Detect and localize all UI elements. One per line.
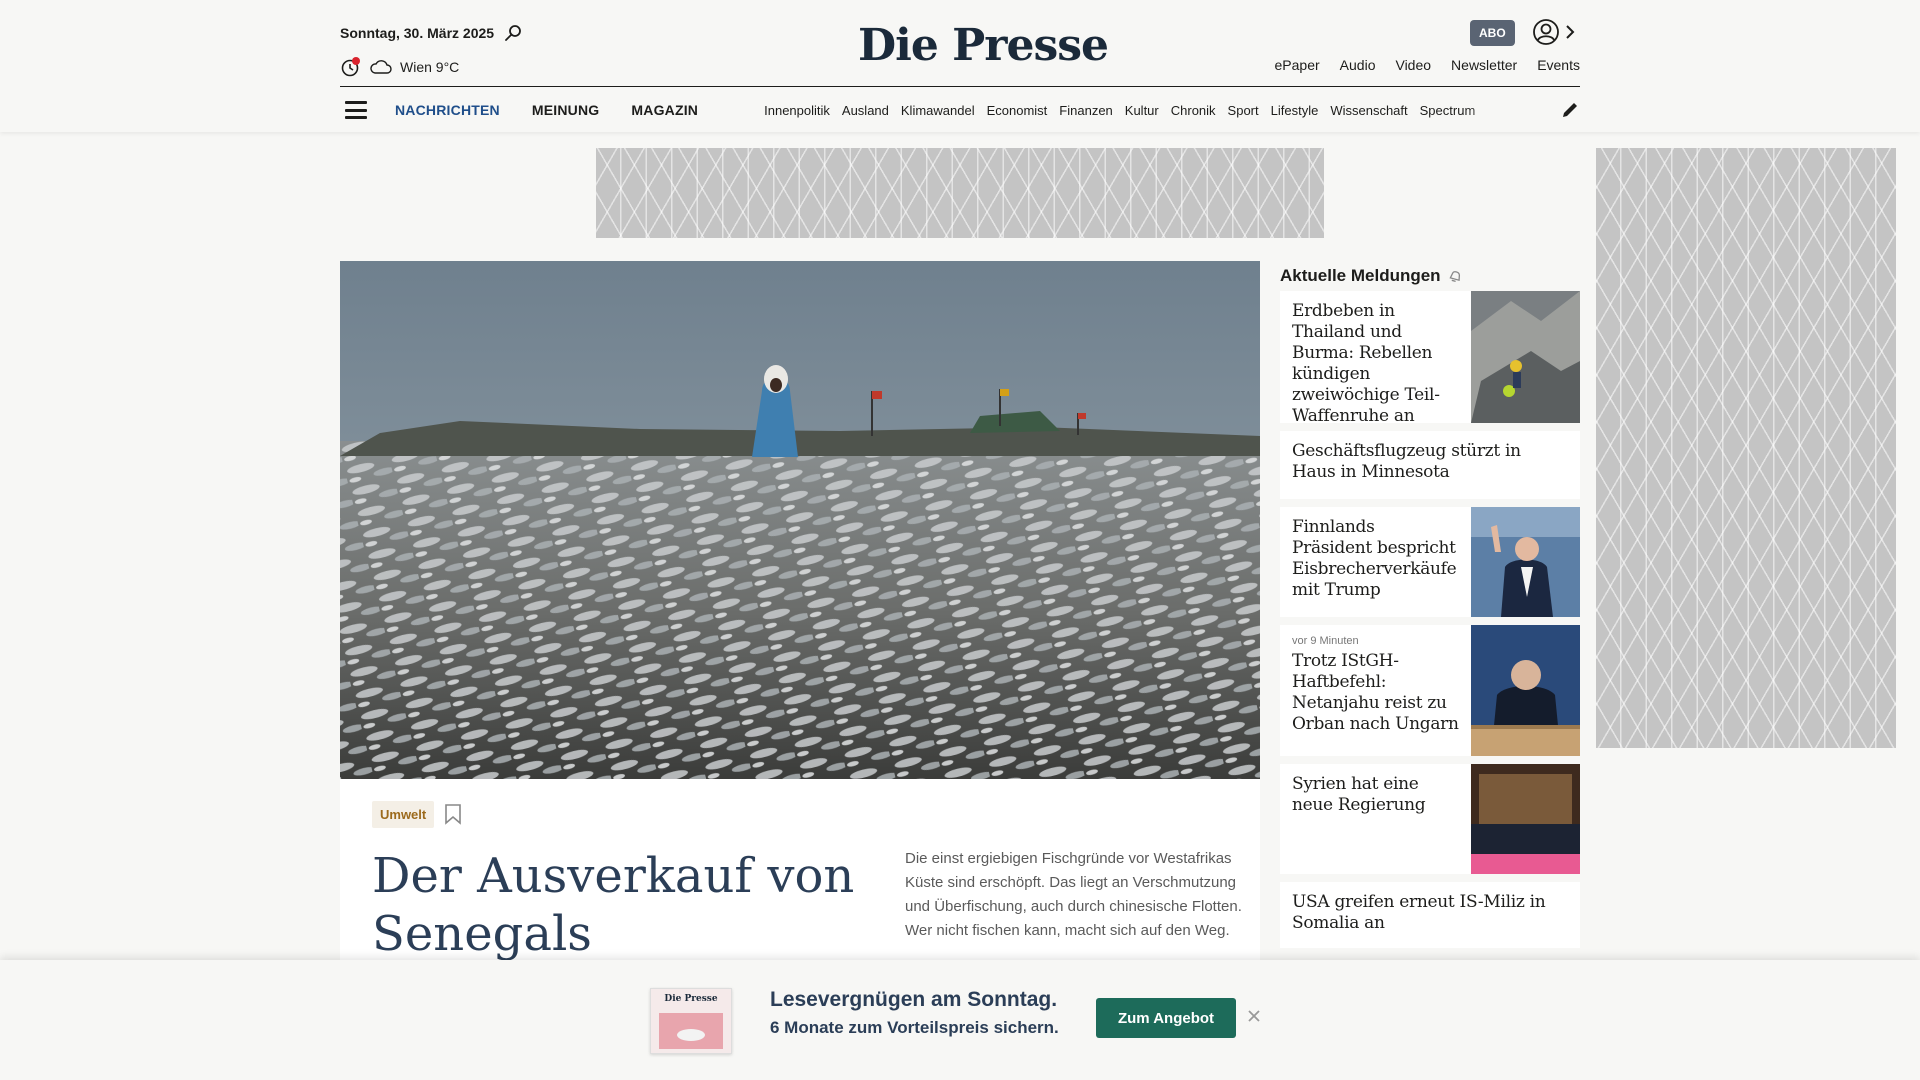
news-item-thumbnail[interactable] xyxy=(1471,764,1580,874)
utility-nav-events[interactable]: Events xyxy=(1537,57,1580,73)
nav-meinung[interactable]: MEINUNG xyxy=(532,102,600,118)
section-chronik[interactable]: Chronik xyxy=(1171,103,1216,118)
promo-title: Lesevergnügen am Sonntag. xyxy=(770,988,1058,1011)
news-item[interactable]: Erdbeben in Thailand und Burma: Rebellen… xyxy=(1280,291,1580,426)
news-item[interactable]: Finnlands Präsident bespricht Eisbrecher… xyxy=(1280,507,1580,617)
category-tag[interactable]: Umwelt xyxy=(372,801,435,828)
news-item-headline[interactable]: USA greifen erneut IS-Miliz in Somalia a… xyxy=(1292,892,1568,934)
nav-nachrichten[interactable]: NACHRICHTEN xyxy=(395,102,500,118)
section-spectrum[interactable]: Spectrum xyxy=(1420,103,1476,118)
weather-line: Wien 9°C xyxy=(340,56,459,78)
news-item-thumbnail[interactable] xyxy=(1471,507,1580,617)
news-item-time: vor 9 Minuten xyxy=(1292,635,1359,647)
newspaper-thumbnail: Die Presse xyxy=(650,988,732,1054)
news-item[interactable]: Syrien hat eine neue Regierung xyxy=(1280,764,1580,874)
cloud-icon xyxy=(370,60,392,74)
news-item-headline[interactable]: Syrien hat eine neue Regierung xyxy=(1292,774,1459,816)
promo-subtitle: 6 Monate zum Vorteilspreis sichern. xyxy=(770,1018,1059,1037)
site-logo[interactable]: Die Presse xyxy=(858,20,1109,71)
news-item-text: Syrien hat eine neue Regierung xyxy=(1280,764,1471,874)
utility-nav-newsletter[interactable]: Newsletter xyxy=(1451,57,1517,73)
abo-button[interactable]: ABO xyxy=(1470,20,1515,46)
chevron-right-icon[interactable] xyxy=(1564,24,1576,40)
section-kultur[interactable]: Kultur xyxy=(1125,103,1159,118)
weather-text: Wien 9°C xyxy=(400,59,460,75)
bell-icon[interactable] xyxy=(1447,268,1463,284)
pencil-icon[interactable] xyxy=(1560,100,1580,120)
news-item-text: Finnlands Präsident bespricht Eisbrecher… xyxy=(1280,507,1471,617)
header-inner: Sonntag, 30. März 2025 Wien 9°C Die Pres… xyxy=(340,0,1580,132)
news-sidebar-header: Aktuelle Meldungen xyxy=(1280,261,1580,291)
ad-banner-top[interactable] xyxy=(596,148,1324,238)
current-date: Sonntag, 30. März 2025 xyxy=(340,25,495,41)
bookmark-icon[interactable] xyxy=(444,803,462,825)
section-sport[interactable]: Sport xyxy=(1228,103,1259,118)
section-lifestyle[interactable]: Lifestyle xyxy=(1271,103,1319,118)
utility-nav-epaper[interactable]: ePaper xyxy=(1275,57,1320,73)
section-ausland[interactable]: Ausland xyxy=(842,103,889,118)
account-menu[interactable] xyxy=(1532,18,1576,46)
news-item-text: Erdbeben in Thailand und Burma: Rebellen… xyxy=(1280,291,1471,426)
section-economist[interactable]: Economist xyxy=(987,103,1048,118)
offer-button[interactable]: Zum Angebot xyxy=(1096,998,1236,1038)
history-icon[interactable] xyxy=(340,56,362,78)
nav-magazin[interactable]: MAGAZIN xyxy=(631,102,698,118)
promo-thumb-logo: Die Presse xyxy=(664,994,717,1004)
news-item-text: USA greifen erneut IS-Miliz in Somalia a… xyxy=(1280,882,1580,948)
nav-divider xyxy=(340,86,1580,87)
menu-icon[interactable] xyxy=(345,101,367,119)
utility-nav: ePaper Audio Video Newsletter Events xyxy=(1275,57,1580,73)
section-klimawandel[interactable]: Klimawandel xyxy=(901,103,975,118)
section-wissenschaft[interactable]: Wissenschaft xyxy=(1330,103,1407,118)
news-item-thumbnail[interactable] xyxy=(1471,625,1580,756)
news-item-headline[interactable]: Geschäftsflugzeug stürzt in Haus in Minn… xyxy=(1292,441,1568,483)
news-sidebar-title: Aktuelle Meldungen xyxy=(1280,266,1441,285)
utility-nav-audio[interactable]: Audio xyxy=(1340,57,1376,73)
news-item[interactable]: Geschäftsflugzeug stürzt in Haus in Minn… xyxy=(1280,431,1580,499)
news-item-thumbnail[interactable] xyxy=(1471,291,1580,423)
section-nav: Innenpolitik Ausland Klimawandel Economi… xyxy=(764,103,1524,118)
subscription-promo-bar: Die Presse Lesevergnügen am Sonntag. 6 M… xyxy=(0,960,1920,1080)
site-header: Sonntag, 30. März 2025 Wien 9°C Die Pres… xyxy=(0,0,1920,132)
utility-nav-video[interactable]: Video xyxy=(1395,57,1431,73)
news-item-text: Geschäftsflugzeug stürzt in Haus in Minn… xyxy=(1280,431,1580,499)
ad-skyscraper-right[interactable] xyxy=(1596,148,1896,748)
section-finanzen[interactable]: Finanzen xyxy=(1059,103,1112,118)
date-line: Sonntag, 30. März 2025 xyxy=(340,24,522,42)
hero-teaser: Die einst ergiebigen Fischgründe vor Wes… xyxy=(905,850,1242,939)
section-innenpolitik[interactable]: Innenpolitik xyxy=(764,103,830,118)
news-sidebar: Aktuelle Meldungen Erdbeben in Thailand … xyxy=(1280,261,1580,956)
news-item[interactable]: USA greifen erneut IS-Miliz in Somalia a… xyxy=(1280,882,1580,948)
close-icon[interactable] xyxy=(1246,1008,1262,1024)
news-item-headline[interactable]: Finnlands Präsident bespricht Eisbrecher… xyxy=(1292,517,1459,601)
news-item-headline[interactable]: Erdbeben in Thailand und Burma: Rebellen… xyxy=(1292,301,1459,427)
news-item-headline[interactable]: Trotz IStGH-Haftbefehl: Netanjahu reist … xyxy=(1292,651,1459,735)
user-icon[interactable] xyxy=(1532,18,1560,46)
search-icon[interactable] xyxy=(504,24,522,42)
news-item[interactable]: vor 9 Minuten Trotz IStGH-Haftbefehl: Ne… xyxy=(1280,625,1580,756)
main-nav: NACHRICHTEN MEINUNG MAGAZIN Innenpolitik… xyxy=(340,98,1580,122)
hero-image[interactable] xyxy=(340,261,1260,779)
news-item-text: vor 9 Minuten Trotz IStGH-Haftbefehl: Ne… xyxy=(1280,625,1471,756)
